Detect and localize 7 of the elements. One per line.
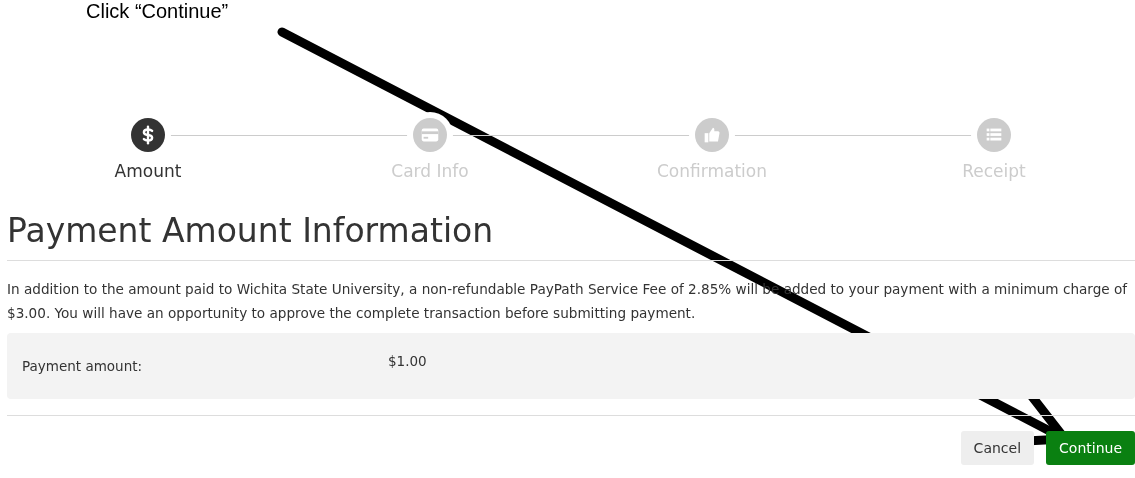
continue-button[interactable]: Continue xyxy=(1046,431,1135,465)
field-label: Payment amount: xyxy=(21,358,144,374)
field-value: $1.00 xyxy=(388,353,427,369)
page-title: Payment Amount Information xyxy=(7,211,1135,261)
step-label: Amount xyxy=(114,161,182,181)
cancel-button[interactable]: Cancel xyxy=(960,431,1035,465)
annotation-text: Click “Continue” xyxy=(86,0,229,23)
